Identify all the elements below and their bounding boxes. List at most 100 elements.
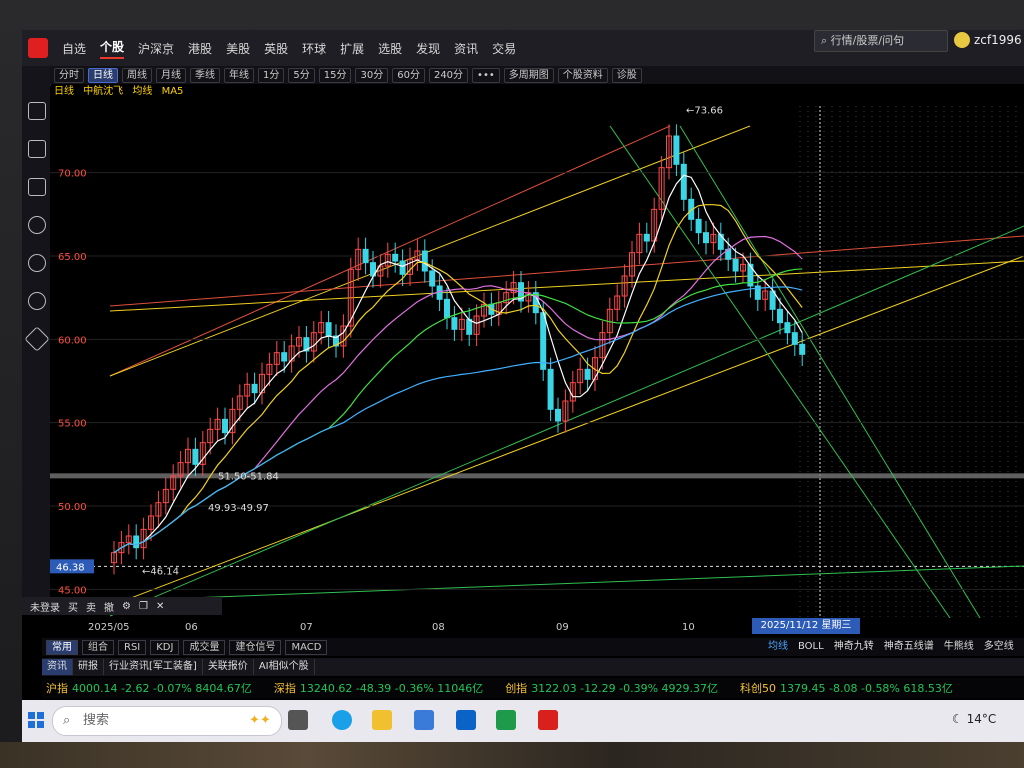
search-placeholder: 行情/股票/问句 [830,34,905,47]
close-icon[interactable]: ✕ [156,601,164,612]
windows-start-icon[interactable] [28,712,44,728]
desk-reflection [0,742,1024,768]
index-value: 1379.45 -8.08 -0.58% 618.53亿 [780,682,953,695]
period-30min[interactable]: 30分 [355,67,389,83]
window-icon[interactable]: ❐ [139,601,148,612]
chat-icon[interactable] [28,254,46,272]
period-daily[interactable]: 日线 [88,67,118,83]
document-icon[interactable] [28,178,46,196]
buy-button[interactable]: 买 [68,599,78,614]
login-status[interactable]: 未登录 [30,599,60,614]
tab-ai-similar[interactable]: AI相似个股 [254,659,315,675]
tab-kdj[interactable]: KDJ [150,639,180,655]
cancel-order-button[interactable]: 撤 [104,599,114,614]
stock-profile-button[interactable]: 个股资料 [557,67,608,83]
x-tick: 09 [556,622,569,633]
period-5min[interactable]: 5分 [288,67,315,83]
diamond-icon[interactable] [24,326,50,352]
nav-uk[interactable]: 英股 [264,40,288,57]
store-icon[interactable] [414,710,434,730]
gauge-icon[interactable] [28,216,46,234]
candle-body [695,218,702,234]
nav-hk[interactable]: 港股 [188,40,212,57]
task-view-icon[interactable] [288,710,308,730]
index-name[interactable]: 科创50 [740,680,776,696]
y-tick-label: 45.00 [58,585,87,596]
taskbar-search-label: 搜索 [83,713,110,728]
current-price-label: 46.38 [56,562,85,573]
nav-extend[interactable]: 扩展 [340,40,364,57]
tab-volume[interactable]: 成交量 [183,639,226,655]
tab-industry-news[interactable]: 行业资讯[军工装备] [104,659,203,675]
candle-body [799,343,806,355]
news-tabs: 资讯 研报 行业资讯[军工装备] 关联报价 AI相似个股 [42,658,1024,676]
nav-global[interactable]: 环球 [302,40,326,57]
nav-discover[interactable]: 发现 [416,40,440,57]
username: zcf1996 [974,33,1022,47]
nav-news[interactable]: 资讯 [454,40,478,57]
multi-period-button[interactable]: 多周期图 [503,67,554,83]
candle-body [643,233,650,242]
candle-body [791,332,798,345]
period-yearly[interactable]: 年线 [224,67,254,83]
nav-hs-jing[interactable]: 沪深京 [138,40,174,57]
tab-macd[interactable]: MACD [285,639,328,655]
candle-body [421,250,428,272]
period-intraday[interactable]: 分时 [54,67,84,83]
y-tick-label: 70.00 [58,169,87,180]
link-icon[interactable] [28,292,46,310]
index-name[interactable]: 创指 [505,680,527,696]
outlook-icon[interactable] [456,710,476,730]
screen: 自选 个股 沪深京 港股 美股 英股 环球 扩展 选股 发现 资讯 交易 ⌕ 行… [22,30,1024,742]
period-1min[interactable]: 1分 [258,67,285,83]
overlay-ma[interactable]: 均线 [768,638,788,656]
weather-widget[interactable]: ☾ 14°C [952,712,996,726]
tab-research[interactable]: 研报 [73,659,104,675]
period-15min[interactable]: 15分 [318,67,352,83]
period-quarterly[interactable]: 季线 [190,67,220,83]
period-240min[interactable]: 240分 [428,67,469,83]
tab-related-quotes[interactable]: 关联报价 [203,659,254,675]
index-name[interactable]: 深指 [274,680,296,696]
candle-body [555,408,561,422]
period-weekly[interactable]: 周线 [122,67,152,83]
overlay-nine[interactable]: 神奇九转 [834,638,874,656]
overlay-longshort[interactable]: 多空线 [984,638,1014,656]
index-ticker: 沪指 4000.14 -2.62 -0.07% 8404.67亿 深指 1324… [42,678,1024,698]
edge-icon[interactable] [332,710,352,730]
ma-label: MA5 [161,86,184,97]
overlay-boll[interactable]: BOLL [798,638,824,656]
tab-rsi[interactable]: RSI [118,639,147,655]
settings-icon[interactable]: ⚙ [122,601,131,612]
monitor-icon[interactable] [28,140,46,158]
excel-icon[interactable] [496,710,516,730]
overlay-five[interactable]: 神奇五线谱 [884,638,934,656]
period-60min[interactable]: 60分 [392,67,425,83]
diagnose-button[interactable]: 诊股 [611,67,642,83]
more-button[interactable]: ••• [472,67,500,83]
nav-select-stock[interactable]: 选股 [378,40,402,57]
sparkle-icon: ✦✦ [249,713,271,728]
index-name[interactable]: 沪指 [46,680,68,696]
tab-info[interactable]: 资讯 [42,659,73,675]
nav-watchlist[interactable]: 自选 [62,40,86,57]
high-price-label: ←73.66 [686,106,723,117]
candlestick-chart[interactable]: 70.00 65.00 60.00 55.00 50.00 45.00 ←73.66 ←46… [50,86,1024,618]
tab-common[interactable]: 常用 [46,639,78,655]
nav-us[interactable]: 美股 [226,40,250,57]
search-box[interactable]: ⌕ 行情/股票/问句 [814,30,948,52]
sell-button[interactable]: 卖 [86,599,96,614]
zone-label: 51.50-51.84 [218,471,279,482]
candle-body [777,308,783,324]
trading-app-icon[interactable] [538,710,558,730]
user-profile[interactable]: zcf1996 [954,30,1022,50]
overlay-bullbear[interactable]: 牛熊线 [944,638,974,656]
file-explorer-icon[interactable] [372,710,392,730]
tab-combo[interactable]: 组合 [82,639,114,655]
robot-icon[interactable] [28,102,46,120]
tab-build-signal[interactable]: 建仓信号 [229,639,282,655]
period-monthly[interactable]: 月线 [156,67,186,83]
nav-stock[interactable]: 个股 [100,38,125,59]
nav-trade[interactable]: 交易 [492,40,516,57]
taskbar-search[interactable]: ⌕ 搜索 ✦✦ [52,706,282,736]
